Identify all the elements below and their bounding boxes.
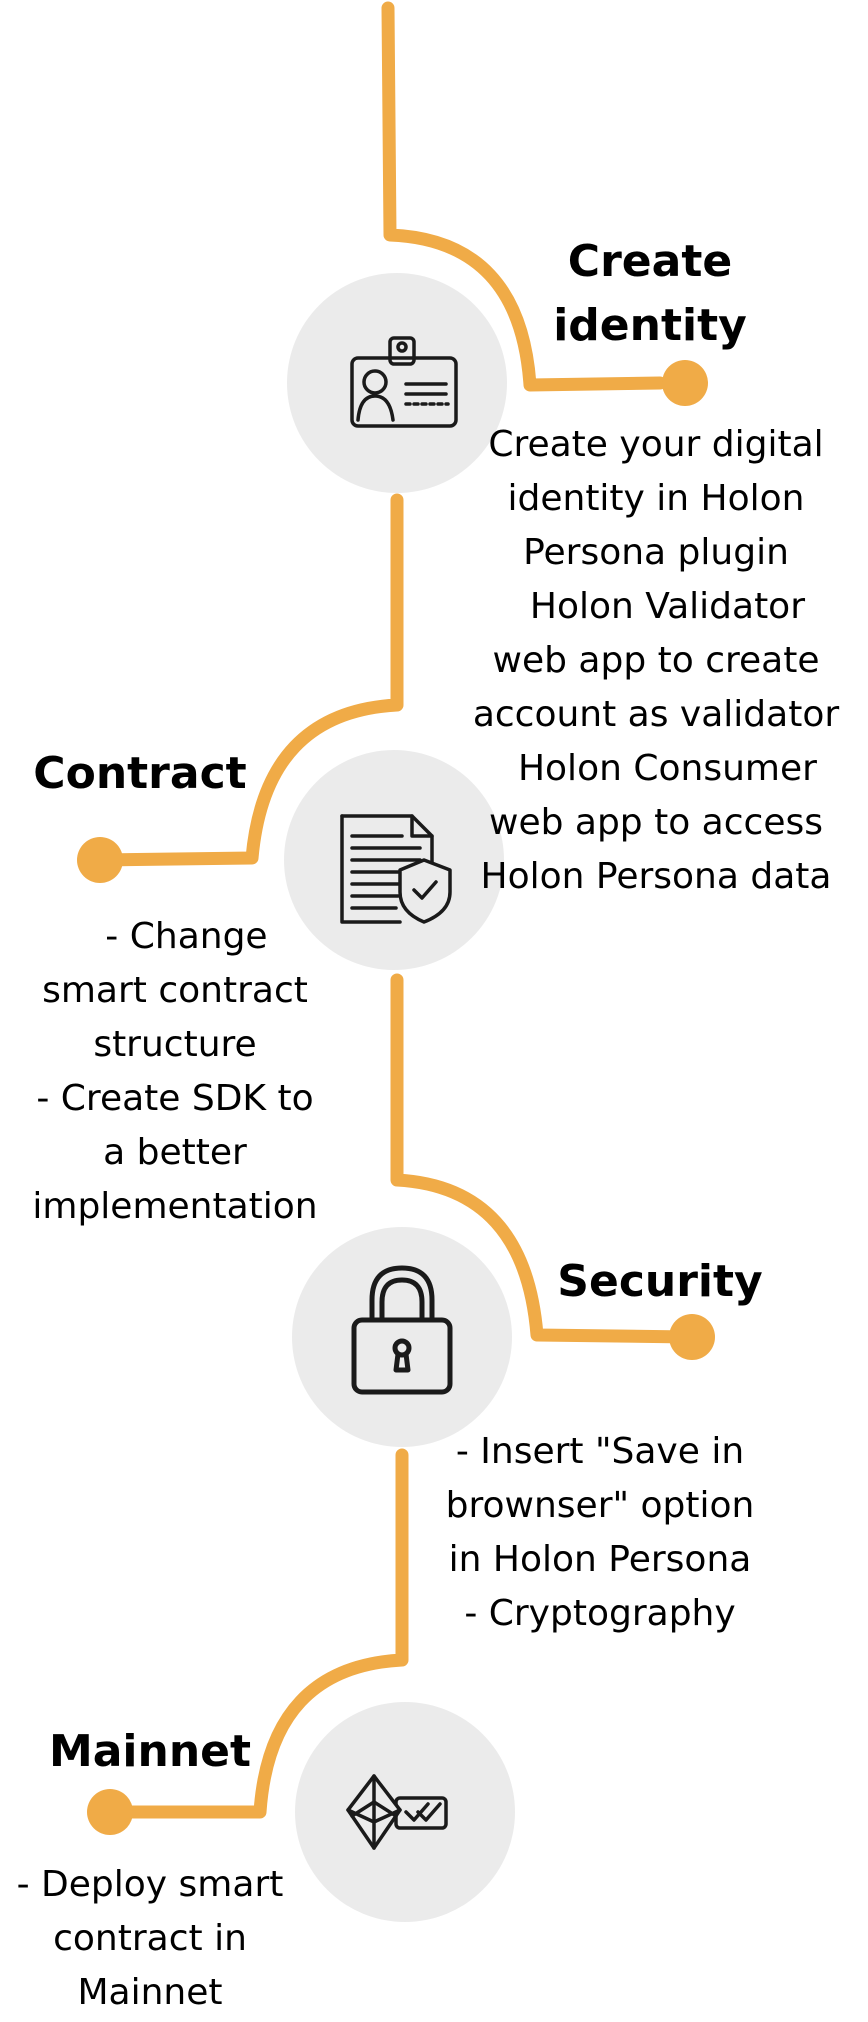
description-line: identity in Holon — [507, 478, 805, 519]
description-line: brownser" option — [445, 1485, 755, 1526]
description-line: - Deploy smart — [16, 1864, 284, 1905]
description-line: Holon Validator — [506, 586, 806, 627]
description-line: - Create SDK to — [36, 1078, 314, 1119]
description-line: - Insert "Save in — [455, 1431, 745, 1472]
description-line: Mainnet — [77, 1972, 223, 2013]
step-title-line: Mainnet — [48, 1726, 252, 1777]
description-line: Holon Persona data — [480, 856, 832, 897]
milestone-dot-create-identity — [662, 360, 708, 406]
milestone-dot-security — [669, 1314, 715, 1360]
step-description-create-identity: Create your digital identity in Holon Pe… — [456, 418, 856, 904]
step-title-mainnet: Mainnet — [40, 1720, 260, 1784]
step-title-line: identity — [553, 300, 747, 351]
description-line: structure — [93, 1024, 257, 1065]
description-line: a better — [103, 1132, 247, 1173]
description-line: - Cryptography — [464, 1593, 736, 1634]
description-line: implementation — [32, 1186, 318, 1227]
description-line: smart contract — [42, 970, 308, 1011]
step-title-line: Security — [557, 1256, 763, 1307]
description-line: Persona plugin — [523, 532, 789, 573]
step-description-security: - Insert "Save in brownser" option in Ho… — [410, 1425, 790, 1641]
step-description-contract: - Change smart contract structure - Crea… — [10, 910, 340, 1234]
step-title-line: Contract — [33, 748, 247, 799]
milestone-dot-mainnet — [87, 1789, 133, 1835]
description-line: contract in — [53, 1918, 247, 1959]
description-line: web app to create — [492, 640, 820, 681]
description-line: - Change — [82, 916, 268, 957]
step-title-security: Security — [550, 1250, 770, 1314]
step-title-line: Create — [567, 236, 733, 287]
icon-circle-security — [292, 1227, 512, 1447]
description-line: Holon Consumer — [495, 748, 817, 789]
step-description-mainnet: - Deploy smart contract in Mainnet — [0, 1858, 300, 2020]
description-line: Create your digital — [488, 424, 824, 465]
step-title-contract: Contract — [30, 742, 250, 806]
milestone-dot-contract — [77, 837, 123, 883]
description-line: in Holon Persona — [448, 1539, 752, 1580]
step-title-create-identity: Create identity — [540, 230, 760, 358]
description-line: web app to access — [489, 802, 823, 843]
description-line: account as validator — [472, 694, 840, 735]
